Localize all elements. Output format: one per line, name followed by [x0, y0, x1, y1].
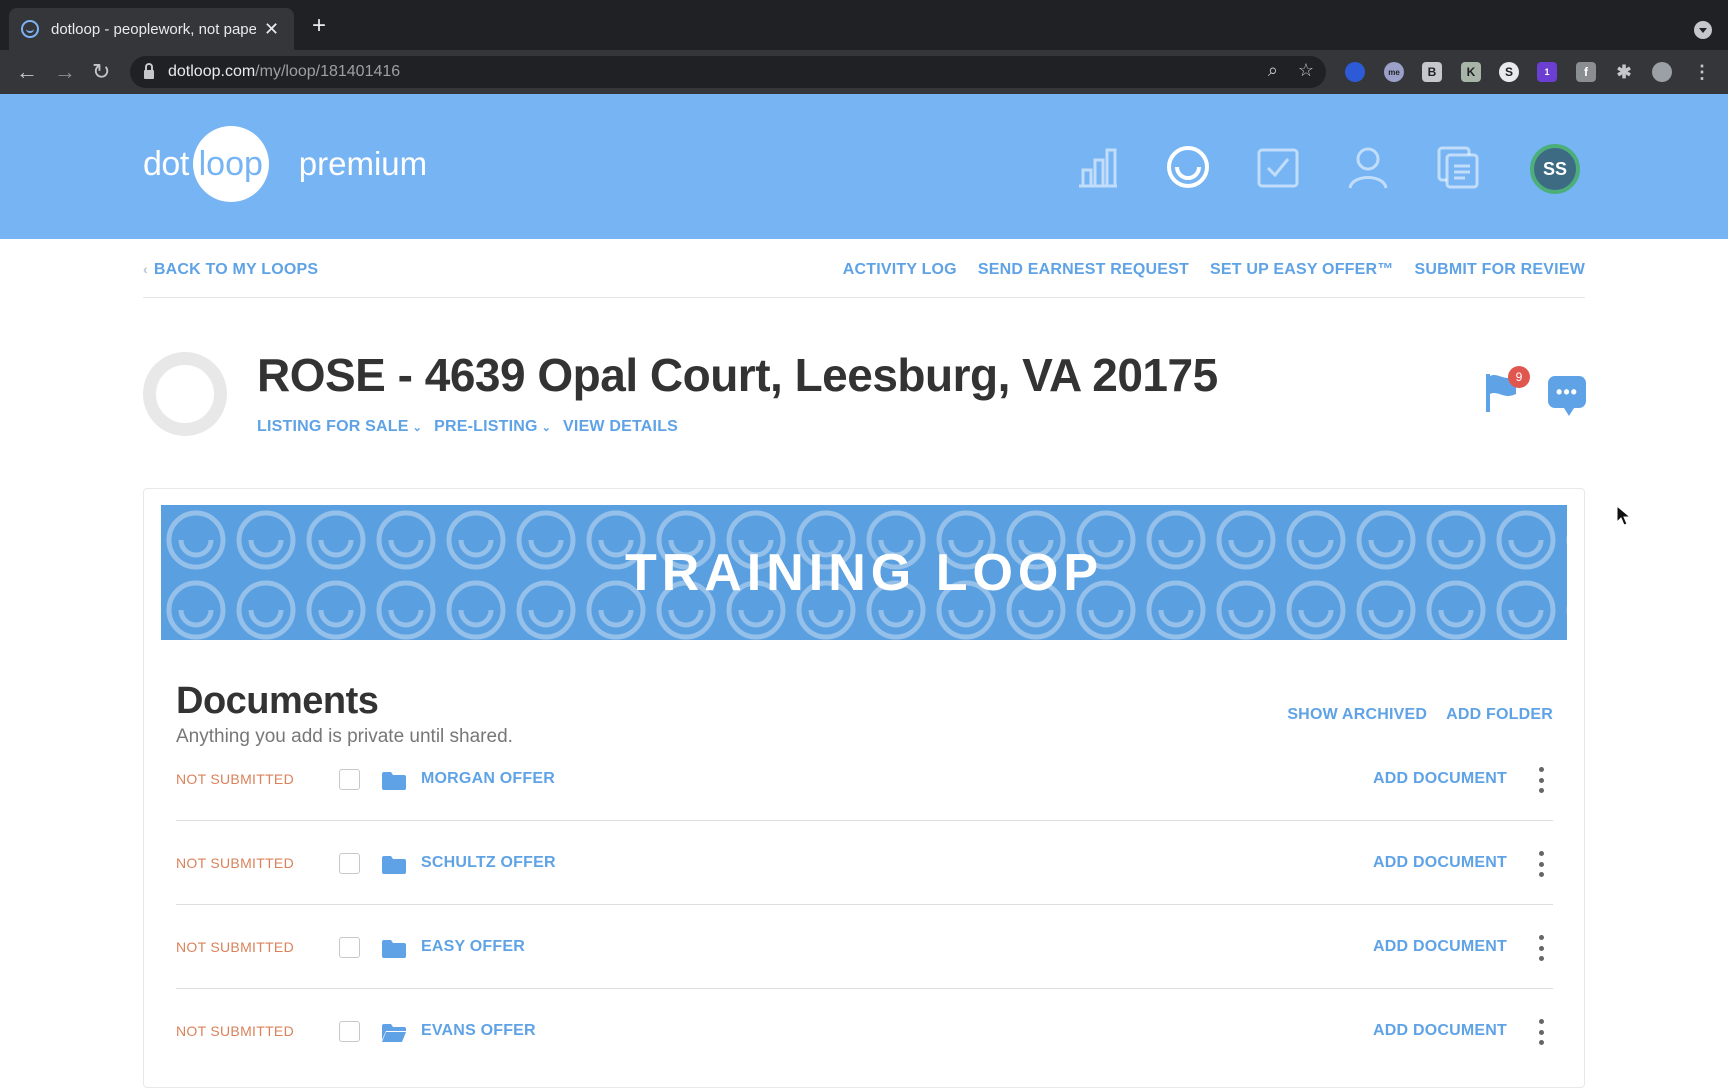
chat-glyph: •••: [1556, 381, 1578, 402]
more-options-icon[interactable]: [1538, 767, 1544, 793]
show-archived-link[interactable]: SHOW ARCHIVED: [1287, 706, 1427, 724]
submission-status: NOT SUBMITTED: [176, 771, 294, 787]
tab-close-icon[interactable]: ✕: [264, 19, 279, 40]
extensions-puzzle-icon[interactable]: ✱: [1614, 62, 1634, 82]
extension-b-icon[interactable]: B: [1422, 62, 1442, 82]
submission-status: NOT SUBMITTED: [176, 1023, 294, 1039]
more-options-icon[interactable]: [1538, 851, 1544, 877]
folder-name-link[interactable]: MORGAN OFFER: [421, 770, 555, 788]
back-to-my-loops-link[interactable]: ‹ BACK TO MY LOOPS: [143, 261, 318, 279]
folder-name-link[interactable]: EASY OFFER: [421, 938, 525, 956]
training-loop-banner: TRAINING LOOP: [161, 505, 1567, 640]
browser-tab[interactable]: dotloop - peoplework, not paperwork ✕: [9, 8, 294, 50]
browser-tab-bar: dotloop - peoplework, not paperwork ✕ +: [0, 0, 1728, 50]
loop-status-label: PRE-LISTING: [434, 418, 538, 435]
transaction-type-label: LISTING FOR SALE: [257, 418, 409, 435]
loops-icon[interactable]: [1165, 144, 1211, 190]
logo-premium-text: premium: [298, 145, 428, 182]
forward-arrow-icon[interactable]: →: [54, 58, 76, 86]
transaction-type-dropdown[interactable]: LISTING FOR SALE ⌄: [257, 418, 422, 436]
loop-status-dropdown[interactable]: PRE-LISTING ⌄: [434, 418, 551, 436]
dotloop-logo[interactable]: dot loop premium: [143, 124, 427, 204]
add-document-button[interactable]: ADD DOCUMENT: [1373, 854, 1507, 872]
folder-row: NOT SUBMITTED EVANS OFFER ADD DOCUMENT: [176, 989, 1553, 1073]
folder-checkbox[interactable]: [339, 853, 360, 874]
submit-for-review-link[interactable]: SUBMIT FOR REVIEW: [1414, 261, 1585, 279]
extension-f-icon[interactable]: f: [1576, 62, 1596, 82]
address-bar[interactable]: dotloop.com/my/loop/181401416 ⌕ ☆: [130, 56, 1326, 88]
back-link-label: BACK TO MY LOOPS: [153, 261, 319, 278]
add-document-button[interactable]: ADD DOCUMENT: [1373, 938, 1507, 956]
extension-purple-icon[interactable]: 1: [1537, 62, 1557, 82]
folder-row: NOT SUBMITTED SCHULTZ OFFER ADD DOCUMENT: [176, 821, 1553, 905]
url-path: /my/loop/181401416: [255, 63, 401, 80]
folder-icon: [382, 940, 406, 958]
logo-loop-text: loop: [198, 144, 263, 183]
logo-loop-circle: loop: [192, 126, 269, 202]
folder-row: NOT SUBMITTED MORGAN OFFER ADD DOCUMENT: [176, 737, 1553, 821]
add-document-button[interactable]: ADD DOCUMENT: [1373, 1022, 1507, 1040]
dotloop-favicon-icon: [21, 20, 39, 38]
chevron-left-icon: ‹: [143, 261, 148, 277]
flag-count-badge: 9: [1508, 366, 1530, 388]
loop-meta: LISTING FOR SALE ⌄ PRE-LISTING ⌄ VIEW DETA…: [257, 418, 678, 436]
folder-name-link[interactable]: EVANS OFFER: [421, 1022, 536, 1040]
new-tab-icon[interactable]: +: [312, 14, 326, 38]
folder-row: NOT SUBMITTED EASY OFFER ADD DOCUMENT: [176, 905, 1553, 989]
submission-status: NOT SUBMITTED: [176, 939, 294, 955]
profile-avatar-icon[interactable]: [1652, 62, 1672, 82]
folder-open-icon: [382, 1024, 406, 1042]
extension-blue-icon[interactable]: [1345, 62, 1365, 82]
banner-text: TRAINING LOOP: [624, 543, 1104, 602]
chevron-down-icon: ⌄: [412, 422, 423, 434]
contacts-person-icon[interactable]: [1345, 144, 1391, 190]
extension-badge: 1: [1544, 67, 1550, 77]
reports-chart-icon[interactable]: [1075, 144, 1121, 190]
folder-checkbox[interactable]: [339, 769, 360, 790]
browser-menu-icon[interactable]: ⋮: [1692, 62, 1712, 82]
tab-title: dotloop - peoplework, not paperwork: [51, 20, 256, 38]
avatar-initials: SS: [1542, 158, 1567, 179]
tab-search-icon[interactable]: [1694, 21, 1712, 39]
submission-status: NOT SUBMITTED: [176, 855, 294, 871]
loop-nav: ‹ BACK TO MY LOOPS ACTIVITY LOG SEND EARN…: [143, 256, 1585, 298]
url-host: dotloop.com: [168, 63, 256, 80]
loop-status-ring: [143, 352, 227, 436]
extension-me-icon[interactable]: me: [1384, 62, 1404, 82]
browser-toolbar: ← → ↻ dotloop.com/my/loop/181401416 ⌕ ☆ …: [0, 50, 1728, 94]
reload-icon[interactable]: ↻: [92, 58, 110, 86]
lock-icon: [144, 63, 154, 79]
documents-actions: SHOW ARCHIVED ADD FOLDER: [1287, 706, 1553, 724]
zoom-icon[interactable]: ⌕: [1268, 60, 1278, 81]
chat-icon[interactable]: •••: [1548, 376, 1586, 416]
view-details-link[interactable]: VIEW DETAILS: [563, 418, 678, 436]
documents-heading: Documents: [176, 680, 379, 722]
user-avatar[interactable]: SS: [1530, 144, 1580, 194]
bookmark-star-icon[interactable]: ☆: [1298, 60, 1314, 81]
more-options-icon[interactable]: [1538, 1019, 1544, 1045]
templates-documents-icon[interactable]: [1435, 144, 1481, 190]
more-options-icon[interactable]: [1538, 935, 1544, 961]
folder-name-link[interactable]: SCHULTZ OFFER: [421, 854, 556, 872]
add-document-button[interactable]: ADD DOCUMENT: [1373, 770, 1507, 788]
back-arrow-icon[interactable]: ←: [16, 58, 38, 86]
mouse-cursor-icon: [1616, 505, 1632, 526]
set-up-easy-offer-link[interactable]: SET UP EASY OFFER™: [1210, 261, 1394, 279]
extension-k-icon[interactable]: K: [1461, 62, 1481, 82]
activity-log-link[interactable]: ACTIVITY LOG: [843, 261, 957, 279]
chevron-down-icon: ⌄: [541, 422, 552, 434]
extension-s-icon[interactable]: S: [1499, 62, 1519, 82]
folder-checkbox[interactable]: [339, 937, 360, 958]
loop-title: ROSE - 4639 Opal Court, Leesburg, VA 201…: [257, 349, 1218, 401]
tasks-checkbox-icon[interactable]: [1255, 144, 1301, 190]
add-folder-link[interactable]: ADD FOLDER: [1446, 706, 1553, 724]
folder-checkbox[interactable]: [339, 1021, 360, 1042]
app-header: dot loop premium SS: [0, 94, 1728, 239]
logo-dot-text: dot: [143, 144, 189, 183]
loop-actions: ACTIVITY LOG SEND EARNEST REQUEST SET UP…: [843, 261, 1585, 279]
folder-icon: [382, 772, 406, 790]
folder-icon: [382, 856, 406, 874]
send-earnest-request-link[interactable]: SEND EARNEST REQUEST: [978, 261, 1189, 279]
